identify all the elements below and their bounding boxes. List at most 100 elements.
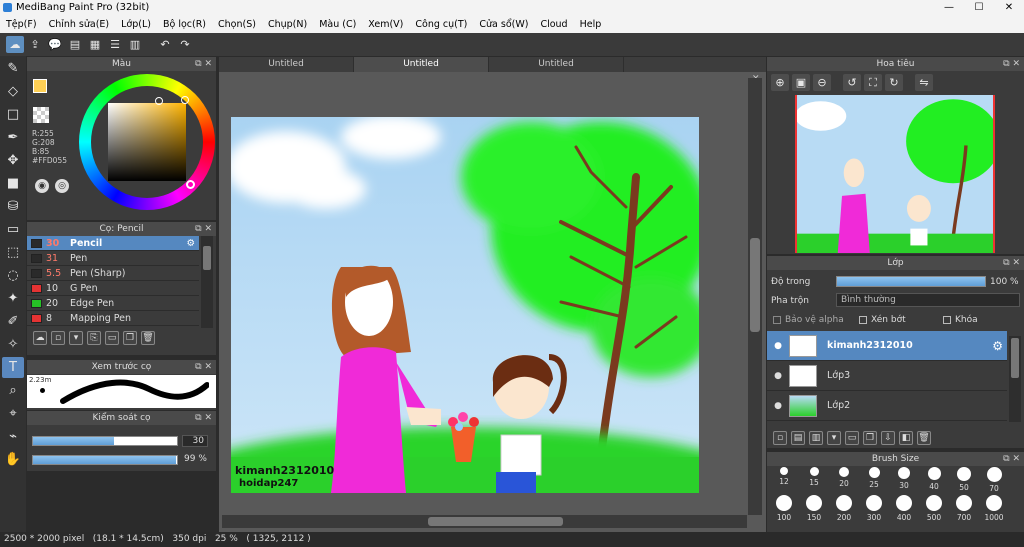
zoom-in-icon[interactable]: ⊕ [771, 74, 789, 91]
gear-icon[interactable]: ⚙ [186, 238, 195, 249]
reset-view-icon[interactable]: ⛶ [864, 74, 882, 91]
list-item[interactable]: 31 Pen [27, 251, 199, 266]
rotate-right-icon[interactable]: ↻ [885, 74, 903, 91]
canvas-horizontal-scrollbar[interactable] [222, 515, 747, 528]
move-tool-icon[interactable]: ✥ [2, 150, 24, 171]
menu-help[interactable]: Help [574, 19, 608, 30]
brush-size-preset[interactable]: 700 [949, 495, 979, 522]
delete-brush-icon[interactable]: 🗑 [141, 331, 155, 345]
new-halftone-layer-icon[interactable]: ▤ [791, 431, 805, 445]
hue-ring[interactable] [79, 74, 215, 210]
brush-size-preset[interactable]: 40 [919, 467, 949, 493]
dot-tool-icon[interactable]: ✒ [2, 127, 24, 148]
magic-wand-icon[interactable]: ✦ [2, 288, 24, 309]
flip-icon[interactable]: ⇋ [915, 74, 933, 91]
brush-size-preset[interactable]: 200 [829, 495, 859, 522]
saturation-value-square[interactable] [108, 103, 186, 181]
brush-size-preset[interactable]: 30 [889, 467, 919, 493]
new-brush-icon[interactable]: ▫ [51, 331, 65, 345]
select-rect-icon[interactable]: ⬚ [2, 242, 24, 263]
list-item[interactable]: 10 G Pen [27, 281, 199, 296]
brush-size-value[interactable]: 30 [182, 435, 208, 447]
panel-close-icon[interactable]: ⧉ ✕ [1003, 452, 1020, 466]
rotate-left-icon[interactable]: ↺ [843, 74, 861, 91]
grid-icon[interactable]: ▥ [126, 36, 144, 53]
foreground-color-swatch[interactable] [33, 79, 47, 93]
menu-snap[interactable]: Chụp(N) [262, 19, 313, 30]
vertical-scroll-thumb[interactable] [750, 238, 760, 332]
transparent-swatch[interactable] [33, 107, 49, 123]
brush-size-preset[interactable]: 70 [979, 467, 1009, 493]
menu-tools[interactable]: Công cụ(T) [409, 19, 473, 30]
menu-view[interactable]: Xem(V) [362, 19, 409, 30]
panel-close-icon[interactable]: ⧉ ✕ [195, 360, 212, 374]
zoom-out-icon[interactable]: ⊖ [813, 74, 831, 91]
panel-close-icon[interactable]: ⧉ ✕ [195, 222, 212, 236]
tab-untitled-3[interactable]: Untitled [489, 57, 624, 72]
panel-close-icon[interactable]: ⧉ ✕ [1003, 256, 1020, 270]
brush-size-slider[interactable] [32, 436, 178, 446]
brush-size-preset[interactable]: 100 [769, 495, 799, 522]
comment-icon[interactable]: 💬 [46, 36, 64, 53]
brush-size-preset[interactable]: 25 [859, 467, 889, 493]
layer-row[interactable]: ● Lớp2 [767, 391, 1007, 421]
close-button[interactable]: ✕ [994, 0, 1024, 15]
brush-size-preset[interactable]: 400 [889, 495, 919, 522]
blend-mode-select[interactable]: Bình thường [836, 293, 1020, 307]
horizontal-scroll-thumb[interactable] [428, 517, 563, 526]
merge-layer-icon[interactable]: ⇩ [881, 431, 895, 445]
gradient-tool-icon[interactable]: ▭ [2, 219, 24, 240]
folder-icon[interactable]: ▭ [105, 331, 119, 345]
cloud-icon[interactable]: ☁ [6, 36, 24, 53]
brush-size-preset[interactable]: 150 [799, 495, 829, 522]
operation-tool-icon[interactable]: ⌕ [2, 380, 24, 401]
layer-mask-icon[interactable]: ◧ [899, 431, 913, 445]
undo-icon[interactable]: ↶ [156, 36, 174, 53]
new-8bit-layer-icon[interactable]: ▥ [809, 431, 823, 445]
new-layer-icon[interactable]: ▫ [773, 431, 787, 445]
visibility-icon[interactable]: ● [767, 341, 789, 351]
brush-cloud-icon[interactable]: ☁ [33, 331, 47, 345]
add-layer-menu-icon[interactable]: ▾ [827, 431, 841, 445]
maximize-button[interactable]: ☐ [964, 0, 994, 15]
menu-cloud[interactable]: Cloud [534, 19, 573, 30]
document-icon[interactable]: ▦ [86, 36, 104, 53]
minimize-button[interactable]: — [934, 0, 964, 15]
layer-row[interactable]: ● Lớp3 [767, 361, 1007, 391]
duplicate-layer-icon[interactable]: ❐ [863, 431, 877, 445]
eyedropper-icon[interactable]: ⌖ [2, 403, 24, 424]
brush-size-preset[interactable]: 12 [769, 467, 799, 493]
saturation-handle[interactable] [155, 97, 163, 105]
share-icon[interactable]: ⇪ [26, 36, 44, 53]
palette-add-icon[interactable]: ◎ [55, 179, 69, 193]
redo-icon[interactable]: ↷ [176, 36, 194, 53]
menu-layer[interactable]: Lớp(L) [115, 19, 157, 30]
brush-tool-icon[interactable]: ✎ [2, 58, 24, 79]
copy-icon[interactable]: ❐ [123, 331, 137, 345]
alpha-protect-option[interactable]: Bảo vệ alpha [773, 315, 844, 325]
delete-layer-icon[interactable]: 🗑 [917, 431, 931, 445]
select-eraser-icon[interactable]: ✧ [2, 334, 24, 355]
menu-window[interactable]: Cửa sổ(W) [473, 19, 534, 30]
hue-handle[interactable] [181, 96, 189, 104]
brush-size-preset[interactable]: 50 [949, 467, 979, 493]
brush-size-preset[interactable]: 15 [799, 467, 829, 493]
add-brush-icon[interactable]: ▾ [69, 331, 83, 345]
visibility-icon[interactable]: ● [767, 371, 789, 381]
tab-untitled-2[interactable]: Untitled [354, 57, 489, 72]
panel-close-icon[interactable]: ⧉ ✕ [195, 411, 212, 425]
list-icon[interactable]: ☰ [106, 36, 124, 53]
lasso-icon[interactable]: ◌ [2, 265, 24, 286]
clipping-option[interactable]: Xén bớt [859, 315, 906, 325]
bucket-tool-icon[interactable]: ⛁ [2, 196, 24, 217]
menu-color[interactable]: Màu (C) [313, 19, 362, 30]
rectangle-tool-icon[interactable]: □ [2, 104, 24, 125]
palette-icon[interactable]: ◉ [35, 179, 49, 193]
panel-close-icon[interactable]: ⧉ ✕ [195, 57, 212, 71]
brush-list-scrollbar[interactable] [201, 236, 213, 328]
list-item[interactable]: 30 Pencil ⚙ [27, 236, 199, 251]
tab-untitled-1[interactable]: Untitled [219, 57, 354, 72]
visibility-icon[interactable]: ● [767, 401, 789, 411]
brush-opacity-slider[interactable] [32, 455, 178, 465]
text-tool-icon[interactable]: T [2, 357, 24, 378]
